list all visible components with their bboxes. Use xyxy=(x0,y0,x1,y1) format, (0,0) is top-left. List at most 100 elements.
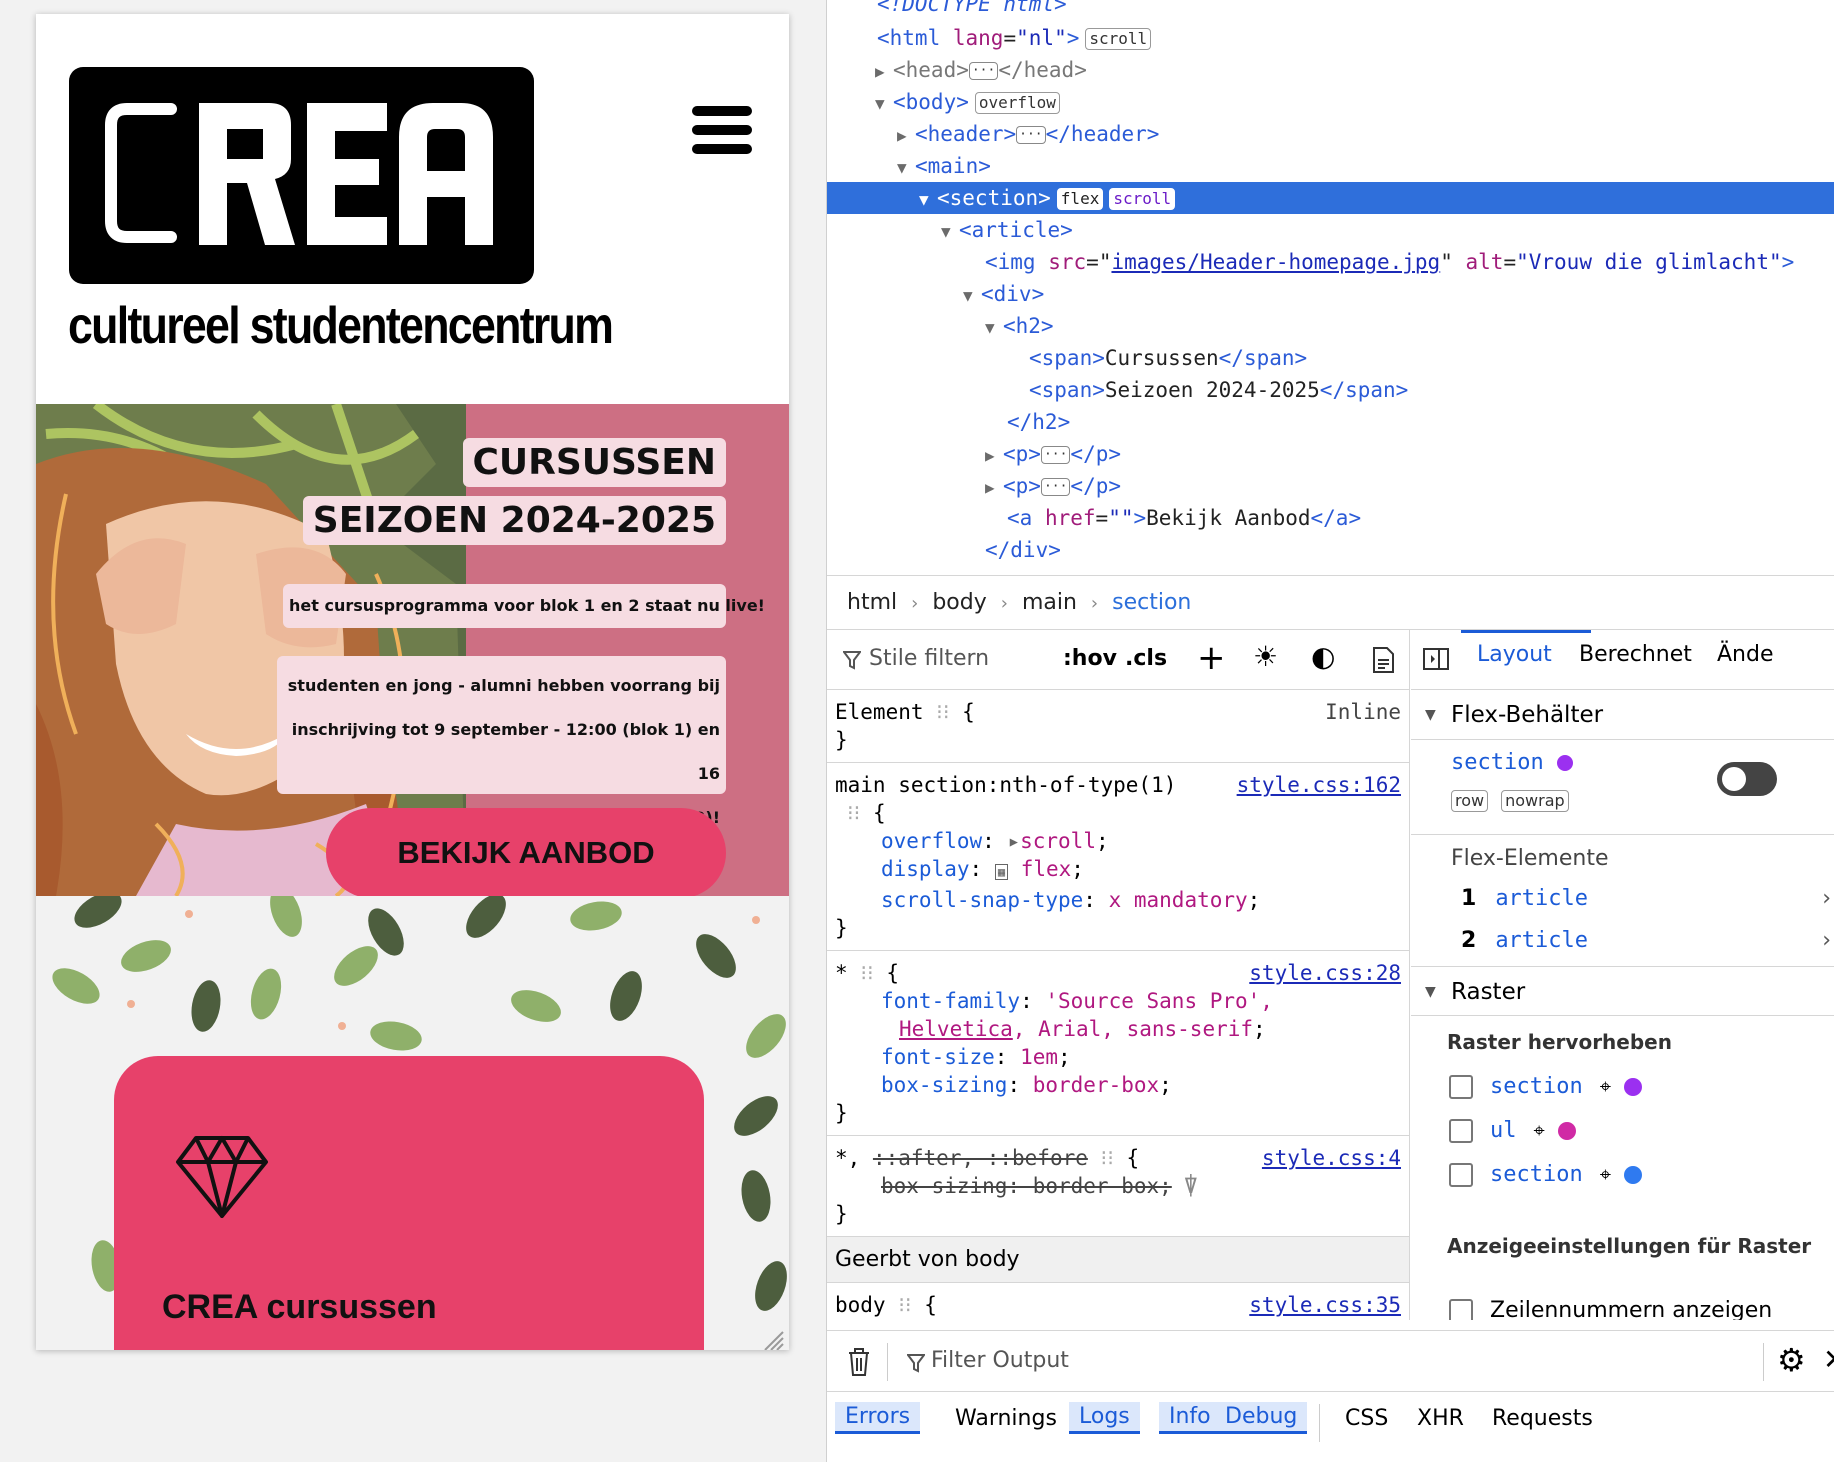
dom-node-body[interactable]: ▼ <body> overflow xyxy=(827,86,1834,118)
rule-source-link[interactable]: style.css:162 xyxy=(1237,771,1401,799)
styles-filter-input[interactable]: Stile filtern xyxy=(869,646,989,671)
dom-node-main[interactable]: ▼ <main> xyxy=(827,150,1834,182)
css-value[interactable]: scroll xyxy=(1020,829,1096,853)
console-tab-xhr[interactable]: XHR xyxy=(1417,1406,1464,1431)
crosshair-icon[interactable]: ⌖ xyxy=(1600,1074,1611,1098)
css-value-link[interactable]: Helvetica xyxy=(899,1017,1013,1041)
sidebar-toggle-icon[interactable] xyxy=(1423,648,1449,670)
console-tab-info[interactable]: Info xyxy=(1159,1402,1221,1434)
console-tab-requests[interactable]: Requests xyxy=(1492,1406,1593,1431)
rule-source-link[interactable]: style.css:4 xyxy=(1262,1144,1401,1172)
devtools-panel: <!DOCTYPE html> <html lang="nl"> scroll ▶… xyxy=(826,0,1834,1462)
styles-toolbar: Stile filtern :hov .cls + ☀ ◐ xyxy=(827,630,1409,690)
dom-node-section-selected[interactable]: ▼ <section> flex scroll xyxy=(827,182,1834,214)
breadcrumb-html[interactable]: html xyxy=(847,590,897,615)
scroll-badge[interactable]: scroll xyxy=(1085,28,1152,50)
dom-node-div-close[interactable]: </div> xyxy=(827,534,1834,565)
cls-toggle[interactable]: .cls xyxy=(1125,646,1167,671)
flex-item-row[interactable]: 2 article › xyxy=(1461,928,1831,953)
console-tab-css[interactable]: CSS xyxy=(1345,1406,1388,1431)
console-tab-debug[interactable]: Debug xyxy=(1215,1402,1308,1434)
gear-icon[interactable]: ⚙ xyxy=(1777,1341,1806,1379)
flex-container-section[interactable]: ▼ Flex-Behälter xyxy=(1411,690,1834,740)
crosshair-icon[interactable]: ⌖ xyxy=(1534,1118,1545,1142)
tab-layout[interactable]: Layout xyxy=(1477,642,1552,667)
close-icon[interactable]: ✕ xyxy=(1823,1343,1834,1376)
dom-node-img[interactable]: <img src="images/Header-homepage.jpg" al… xyxy=(827,246,1834,278)
bekijk-aanbod-button[interactable]: BEKIJK AANBOD xyxy=(326,808,726,896)
css-value[interactable]: x mandatory xyxy=(1109,888,1248,912)
grid-item-name[interactable]: ul xyxy=(1490,1118,1517,1143)
trash-icon[interactable] xyxy=(847,1347,871,1377)
grid-item-name[interactable]: section xyxy=(1490,1074,1583,1099)
breadcrumb-body[interactable]: body xyxy=(932,590,986,615)
grid-checkbox[interactable] xyxy=(1449,1075,1473,1099)
console-tab-errors[interactable]: Errors xyxy=(835,1402,921,1434)
breadcrumb-main[interactable]: main xyxy=(1022,590,1077,615)
img-src-link[interactable]: images/Header-homepage.jpg xyxy=(1111,250,1440,274)
document-icon[interactable] xyxy=(1371,646,1395,674)
dom-node-div[interactable]: ▼ <div> xyxy=(827,278,1834,310)
tab-changes[interactable]: Ände xyxy=(1717,642,1774,667)
dom-node-span[interactable]: <span>Seizoen 2024-2025</span> xyxy=(827,374,1834,406)
css-value[interactable]: 'Source Sans Pro', xyxy=(1045,989,1273,1013)
dom-node-html[interactable]: <html lang="nl"> scroll xyxy=(827,22,1834,54)
dom-node-h2[interactable]: ▼ <h2> xyxy=(827,310,1834,342)
rule-selector[interactable]: * xyxy=(835,961,848,985)
add-rule-icon[interactable]: + xyxy=(1197,638,1226,678)
rule-selector[interactable]: Element xyxy=(835,700,924,724)
tab-computed[interactable]: Berechnet xyxy=(1579,642,1692,667)
crosshair-icon[interactable]: ⌖ xyxy=(1600,1162,1611,1186)
grid-color-swatch[interactable] xyxy=(1623,1078,1642,1096)
rule-source-link[interactable]: style.css:35 xyxy=(1249,1291,1401,1319)
dom-doctype[interactable]: <!DOCTYPE html> xyxy=(827,0,1834,20)
dom-node-span[interactable]: <span>Cursussen</span> xyxy=(827,342,1834,374)
grid-checkbox[interactable] xyxy=(1449,1163,1473,1187)
grid-checkbox[interactable] xyxy=(1449,1119,1473,1143)
dom-node-article[interactable]: ▼ <article> xyxy=(827,214,1834,246)
course-card[interactable]: CREA cursussen xyxy=(114,1056,704,1350)
css-value[interactable]: 1em xyxy=(1020,1045,1058,1069)
rule-source-link[interactable]: style.css:28 xyxy=(1249,959,1401,987)
dom-node-a[interactable]: <a href="">Bekijk Aanbod</a> xyxy=(827,502,1834,534)
dom-node-h2-close[interactable]: </h2> xyxy=(827,406,1834,438)
flex-color-swatch[interactable] xyxy=(1556,755,1573,771)
css-value[interactable]: flex xyxy=(1021,857,1072,881)
console-tab-logs[interactable]: Logs xyxy=(1069,1402,1140,1434)
flex-overlay-toggle[interactable] xyxy=(1717,762,1777,796)
grid-checkbox[interactable] xyxy=(1449,1299,1473,1320)
grid-color-swatch[interactable] xyxy=(1557,1122,1576,1140)
scroll-badge[interactable]: scroll xyxy=(1109,188,1176,210)
rule-selector-unmatched[interactable]: ::after, ::before xyxy=(873,1146,1088,1170)
crea-logo[interactable] xyxy=(69,67,534,284)
grid-section[interactable]: ▼ Raster xyxy=(1411,966,1834,1016)
flex-container-name[interactable]: section xyxy=(1451,750,1544,775)
breadcrumb-section[interactable]: section xyxy=(1112,590,1191,615)
console-tab-warnings[interactable]: Warnings xyxy=(955,1406,1057,1431)
rule-selector[interactable]: body xyxy=(835,1293,886,1317)
css-property[interactable]: overflow xyxy=(881,829,982,853)
console-filter-input[interactable]: Filter Output xyxy=(931,1348,1069,1373)
dark-mode-icon[interactable]: ◐ xyxy=(1311,640,1335,673)
css-property[interactable]: scroll-snap-type xyxy=(881,888,1083,912)
css-value[interactable]: , Arial, sans-serif xyxy=(1013,1017,1253,1041)
rule-selector[interactable]: main section:nth-of-type(1) xyxy=(835,773,1176,797)
css-property[interactable]: display xyxy=(881,857,970,881)
overridden-property[interactable]: box-sizing: border-box; xyxy=(881,1174,1172,1198)
flex-badge[interactable]: flex xyxy=(1056,188,1104,210)
resize-grip-icon[interactable] xyxy=(763,1330,785,1350)
overflow-badge[interactable]: overflow xyxy=(974,92,1060,114)
dom-node-p[interactable]: ▶ <p> ··· </p> xyxy=(827,438,1834,470)
rule-selector[interactable]: *, xyxy=(835,1146,873,1170)
grid-color-swatch[interactable] xyxy=(1623,1166,1642,1184)
hov-toggle[interactable]: :hov xyxy=(1063,646,1117,671)
grid-item-name[interactable]: section xyxy=(1490,1162,1583,1187)
grid-line-numbers-option[interactable]: Zeilennummern anzeigen xyxy=(1449,1282,1772,1320)
dom-node-head[interactable]: ▶ <head> ··· </head> xyxy=(827,54,1834,86)
flex-item-row[interactable]: 1 article › xyxy=(1461,886,1831,911)
hamburger-menu-icon[interactable] xyxy=(692,106,752,162)
dom-node-p[interactable]: ▶ <p> ··· </p> xyxy=(827,470,1834,502)
dom-node-header[interactable]: ▶ <header> ··· </header> xyxy=(827,118,1834,150)
light-mode-icon[interactable]: ☀ xyxy=(1253,640,1278,673)
css-value[interactable]: border-box xyxy=(1033,1073,1159,1097)
